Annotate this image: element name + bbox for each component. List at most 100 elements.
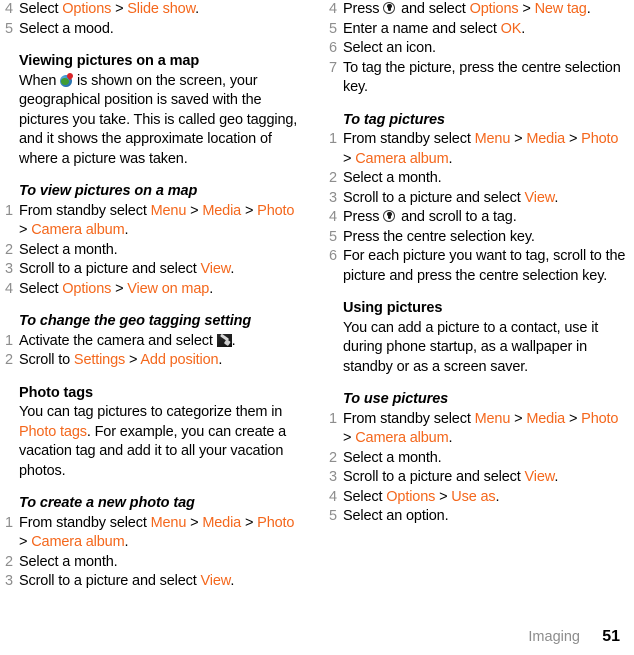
text-run: Select xyxy=(19,1,63,17)
heading-to-create-a-new-photo-tag: To create a new photo tag xyxy=(19,495,195,511)
step-number: 2 xyxy=(5,352,13,368)
step-number: 4 xyxy=(5,1,13,17)
text-run: Select xyxy=(19,280,63,297)
text-run: is shown on the screen, your geographica… xyxy=(19,72,298,167)
text-run: and select xyxy=(397,1,470,17)
heading-to-use-pictures: To use pictures xyxy=(343,391,449,407)
step-text: From standby select Menu > Media > Photo… xyxy=(19,203,294,239)
numbered-step: 6 For each picture you want to tag, scrol… xyxy=(329,247,629,286)
step-number: 4 xyxy=(5,280,13,297)
step-text: Activate the camera and select . xyxy=(19,333,236,349)
steps-slideshow-continued: 4 Select Options > Slide show. 5 Select a m… xyxy=(5,0,305,39)
steps-to-create-a-new-photo-tag: 1 From standby select Menu > Media > Phot… xyxy=(5,514,305,592)
step-text: Select an option. xyxy=(343,508,449,524)
text-run: > xyxy=(343,150,356,167)
text-run: From standby select xyxy=(343,131,475,147)
paragraph-photo-tags: You can tag pictures to categorize them … xyxy=(19,403,305,481)
text-run: Select a mood. xyxy=(19,20,114,37)
step-number: 6 xyxy=(329,40,337,56)
ui-term: Camera album xyxy=(355,430,449,446)
numbered-step: 1 Activate the camera and select . xyxy=(5,332,305,352)
text-run: > xyxy=(518,1,535,17)
text-run: Select a month. xyxy=(343,449,442,466)
text-run: > xyxy=(186,514,203,531)
numbered-step: 3 Scroll to a picture and select View. xyxy=(5,572,305,592)
ui-term: Menu xyxy=(474,131,511,147)
step-number: 3 xyxy=(329,189,337,206)
text-run: When xyxy=(19,72,61,89)
text-run: Select a month. xyxy=(343,170,442,186)
steps-to-create-a-new-photo-tag-continued: 4 Press and select Options > New tag. 5 Ent… xyxy=(329,0,629,98)
text-run: You can tag pictures to categorize them … xyxy=(19,404,283,420)
heading-using-pictures: Using pictures xyxy=(343,300,443,316)
numbered-step: 3 Scroll to a picture and select View. xyxy=(5,260,305,280)
ui-term: Photo xyxy=(581,131,619,147)
heading-to-change-geo-tagging-setting: To change the geo tagging setting xyxy=(19,313,252,329)
step-number: 5 xyxy=(329,508,337,524)
step-text: Select a month. xyxy=(19,242,118,258)
text-run: > xyxy=(111,280,128,297)
text-run: . xyxy=(495,488,500,505)
numbered-step: 5 Select a mood. xyxy=(5,20,305,40)
ui-term: Options xyxy=(386,488,436,505)
ui-term: Use as xyxy=(451,488,496,505)
ui-term: Media xyxy=(202,514,242,531)
step-number: 1 xyxy=(329,131,337,147)
numbered-step: 2 Select a month. xyxy=(329,449,629,469)
numbered-step: 4 Select Options > Slide show. xyxy=(5,0,305,20)
centre-selection-key-icon xyxy=(383,209,397,223)
step-number: 3 xyxy=(5,261,13,277)
text-run: . xyxy=(231,332,236,349)
text-run: From standby select xyxy=(343,410,475,427)
step-number: 2 xyxy=(5,241,13,258)
step-number: 5 xyxy=(329,20,337,37)
text-run: . xyxy=(209,280,214,297)
step-text: Select a month. xyxy=(19,554,118,570)
steps-to-change-geo-tagging-setting: 1 Activate the camera and select . 2 Scroll… xyxy=(5,332,305,371)
heading-to-view-pictures-on-a-map: To view pictures on a map xyxy=(19,183,198,199)
text-run: > xyxy=(241,514,258,531)
text-run: Select xyxy=(343,488,387,505)
numbered-step: 4 Select Options > View on map. xyxy=(5,280,305,300)
step-text: From standby select Menu > Media > Photo… xyxy=(343,131,618,167)
text-run: Press xyxy=(343,1,384,17)
text-run: > xyxy=(565,410,582,427)
step-text: Select a month. xyxy=(343,450,442,466)
step-text: Press and select Options > New tag. xyxy=(343,1,591,17)
manual-page: 4 Select Options > Slide show. 5 Select a m… xyxy=(0,0,634,655)
ui-term: New tag xyxy=(534,1,587,17)
steps-to-tag-pictures: 1 From standby select Menu > Media > Phot… xyxy=(329,130,629,286)
numbered-step: 2 Scroll to Settings > Add position. xyxy=(5,351,305,371)
text-run: Scroll to xyxy=(19,352,74,368)
text-run: > xyxy=(435,488,452,505)
text-run: > xyxy=(343,430,356,446)
text-run: > xyxy=(111,1,128,17)
text-run: . xyxy=(124,534,129,550)
text-run: > xyxy=(19,534,32,550)
step-text: Scroll to Settings > Add position. xyxy=(19,352,222,368)
step-number: 1 xyxy=(5,332,13,349)
text-run: From standby select xyxy=(19,202,151,219)
step-text: Scroll to a picture and select View. xyxy=(343,190,558,206)
step-text: Select Options > Slide show. xyxy=(19,1,199,17)
ui-term: Media xyxy=(202,202,242,219)
step-text: From standby select Menu > Media > Photo… xyxy=(19,515,294,551)
paragraph-viewing-pictures: When is shown on the screen, your geogra… xyxy=(19,71,305,170)
step-number: 1 xyxy=(5,202,13,219)
ui-term: OK xyxy=(500,20,522,37)
step-text: Select an icon. xyxy=(343,40,436,56)
ui-term: View xyxy=(200,261,231,277)
step-text: For each picture you want to tag, scroll… xyxy=(343,248,625,284)
ui-term: Photo tags xyxy=(19,423,87,440)
text-run: . xyxy=(124,222,129,238)
text-run: Scroll to a picture and select xyxy=(19,261,201,277)
text-run: . xyxy=(554,189,559,206)
ui-term: View xyxy=(524,469,555,485)
ui-term: Add position xyxy=(140,352,219,368)
step-number: 6 xyxy=(329,248,337,264)
numbered-step: 3 Scroll to a picture and select View. xyxy=(329,468,629,488)
numbered-step: 7 To tag the picture, press the centre se… xyxy=(329,59,629,98)
step-number: 1 xyxy=(329,410,337,427)
left-column: 4 Select Options > Slide show. 5 Select a m… xyxy=(5,0,305,592)
camera-settings-icon xyxy=(216,333,232,347)
